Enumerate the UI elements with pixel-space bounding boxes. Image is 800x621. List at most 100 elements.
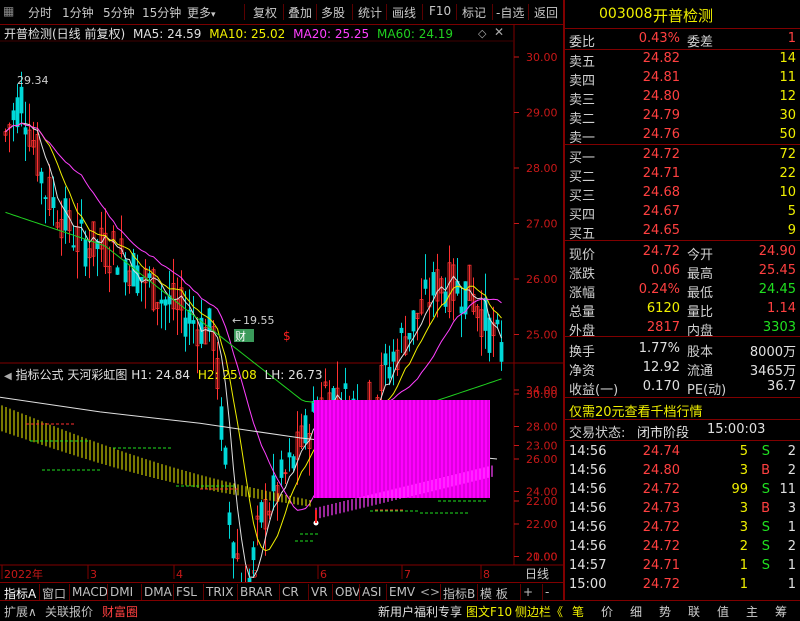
restore-button[interactable]: 复权: [253, 4, 277, 21]
indicator-tab[interactable]: -: [545, 585, 549, 599]
stat-value: 6120: [646, 301, 680, 316]
rainbow-indicator: [0, 396, 498, 542]
ma5-line: [5, 122, 502, 578]
buy-order-row[interactable]: 买二 24.71 22: [567, 165, 800, 185]
stat-label: 现价: [569, 248, 596, 263]
side-tab[interactable]: 势: [659, 603, 671, 620]
indicator-tab[interactable]: FSL: [176, 585, 197, 599]
scroll-right-icon[interactable]: >: [430, 585, 440, 599]
candle-body: [459, 306, 464, 314]
bottom-link[interactable]: 图文F10: [466, 603, 512, 620]
candle-body: [11, 110, 16, 121]
tab-5min[interactable]: 5分钟: [103, 4, 135, 21]
buy-order-row[interactable]: 买五 24.65 9: [567, 222, 800, 242]
side-tab[interactable]: 价: [601, 603, 613, 620]
candle-body: [487, 317, 492, 353]
sell-order-row[interactable]: 卖五 24.82 14: [567, 50, 800, 70]
fund-row: 收益(一) 0.170 PE(动) 36.7: [567, 378, 800, 398]
bottom-tab[interactable]: 扩展∧: [4, 603, 37, 620]
tick-row[interactable]: 14:56 24.72 3 S 1: [567, 519, 800, 537]
order-price: 24.80: [642, 89, 680, 104]
order-label: 买二: [569, 170, 596, 185]
stat-row: 涨跌 0.06 最高 25.45: [567, 262, 800, 282]
kline-chart[interactable]: 30.00 29.00 28.00 27.00 26.00 25.00 24.00 23.00…: [0, 24, 563, 582]
tick-time: 14:57: [569, 558, 607, 573]
buy-order-row[interactable]: 买三 24.68 10: [567, 184, 800, 204]
buy-order-row[interactable]: 买四 24.67 5: [567, 203, 800, 223]
trade-status-row: 交易状态: 闭市阶段 15:00:03: [567, 421, 800, 441]
stat-label: 最高: [687, 267, 714, 282]
indicator-tab[interactable]: OBV: [335, 585, 361, 599]
sell-order-row[interactable]: 卖一 24.76 50: [567, 126, 800, 146]
indicator-tab[interactable]: ASI: [362, 585, 381, 599]
candle-body: [287, 452, 292, 458]
tick-volume: 3: [739, 463, 748, 478]
sell-order-row[interactable]: 卖三 24.80 12: [567, 88, 800, 108]
side-tab[interactable]: 值: [717, 603, 729, 620]
tick-row[interactable]: 14:56 24.80 3 B 2: [567, 462, 800, 480]
y-tick: 26.00: [526, 453, 558, 466]
side-tab[interactable]: 细: [630, 603, 642, 620]
indicator-tab[interactable]: TRIX: [206, 585, 233, 599]
tick-row[interactable]: 14:56 24.74 5 S 2: [567, 443, 800, 461]
collapse-icon[interactable]: ◀: [4, 371, 12, 382]
indicator-tab[interactable]: VR: [311, 585, 328, 599]
tick-row[interactable]: 14:57 24.71 1 S 1: [567, 557, 800, 575]
order-volume: 9: [787, 223, 796, 238]
bottom-tab[interactable]: 关联报价: [45, 603, 93, 620]
indicator-tab[interactable]: MACD: [72, 585, 108, 599]
settings-diamond-icon[interactable]: ◇: [478, 27, 486, 40]
candle-body: [43, 197, 48, 200]
fund-row: 换手 1.77% 股本 8000万: [567, 340, 800, 360]
tab-fenshi[interactable]: 分时: [28, 4, 52, 21]
promo-text[interactable]: 仅需20元查看千档行情: [569, 401, 703, 420]
buy-order-row[interactable]: 买一 24.72 72: [567, 146, 800, 166]
scroll-left-icon[interactable]: <: [420, 585, 430, 599]
back-button[interactable]: 返回: [534, 4, 558, 21]
side-tab[interactable]: 笔: [572, 603, 584, 620]
dividend-marker[interactable]: $: [283, 329, 291, 343]
mark-button[interactable]: 标记: [462, 4, 486, 21]
tick-time: 14:56: [569, 539, 607, 554]
indicator-tab[interactable]: EMV: [389, 585, 415, 599]
indicator-tab[interactable]: BRAR: [240, 585, 273, 599]
indicator-tab[interactable]: CR: [282, 585, 299, 599]
tick-row[interactable]: 15:00 24.72 1 1: [567, 576, 800, 594]
fund-value: 0.170: [642, 379, 680, 394]
order-volume: 22: [779, 166, 796, 181]
sell-order-row[interactable]: 卖四 24.81 11: [567, 69, 800, 89]
tick-row[interactable]: 14:56 24.72 2 S 2: [567, 538, 800, 556]
close-icon[interactable]: ✕: [494, 25, 504, 39]
order-volume: 12: [779, 89, 796, 104]
draw-line-button[interactable]: 画线: [392, 4, 416, 21]
y-tick: 26.00: [526, 273, 558, 286]
tick-row[interactable]: 14:56 24.73 3 B 3: [567, 500, 800, 518]
side-tab[interactable]: 联: [688, 603, 700, 620]
f10-button[interactable]: F10: [429, 4, 451, 18]
tab-1min[interactable]: 1分钟: [62, 4, 94, 21]
bottom-tab[interactable]: 财富圈: [102, 603, 138, 620]
bottom-link[interactable]: 新用户福利专享: [378, 603, 462, 620]
low-price-label: 19.55: [243, 314, 275, 327]
tick-row[interactable]: 14:56 24.72 99 S 11: [567, 481, 800, 499]
stat-value: 24.45: [758, 282, 796, 297]
grid-icon[interactable]: ▦: [3, 4, 14, 18]
candle-body: [399, 327, 404, 334]
overlay-button[interactable]: 叠加: [288, 4, 312, 21]
bottom-link[interactable]: 侧边栏《: [515, 603, 563, 620]
tab-more[interactable]: 更多▾: [187, 4, 216, 21]
side-tab[interactable]: 筹: [775, 603, 787, 620]
stats-button[interactable]: 统计: [358, 4, 382, 21]
indicator-tab[interactable]: DMI: [110, 585, 133, 599]
indicator-tab[interactable]: DMA: [144, 585, 172, 599]
sell-order-row[interactable]: 卖二 24.79 30: [567, 107, 800, 127]
weibi-value: 0.43%: [638, 31, 680, 46]
tab-15min[interactable]: 15分钟: [142, 4, 181, 21]
multi-stock-button[interactable]: 多股: [321, 4, 345, 21]
side-tab[interactable]: 主: [746, 603, 758, 620]
add-favorite-button[interactable]: -自选: [496, 4, 524, 21]
indicator-tab[interactable]: +: [523, 585, 533, 599]
order-price: 24.68: [642, 185, 680, 200]
tick-time: 14:56: [569, 501, 607, 516]
promo-row[interactable]: 仅需20元查看千档行情: [567, 400, 800, 420]
